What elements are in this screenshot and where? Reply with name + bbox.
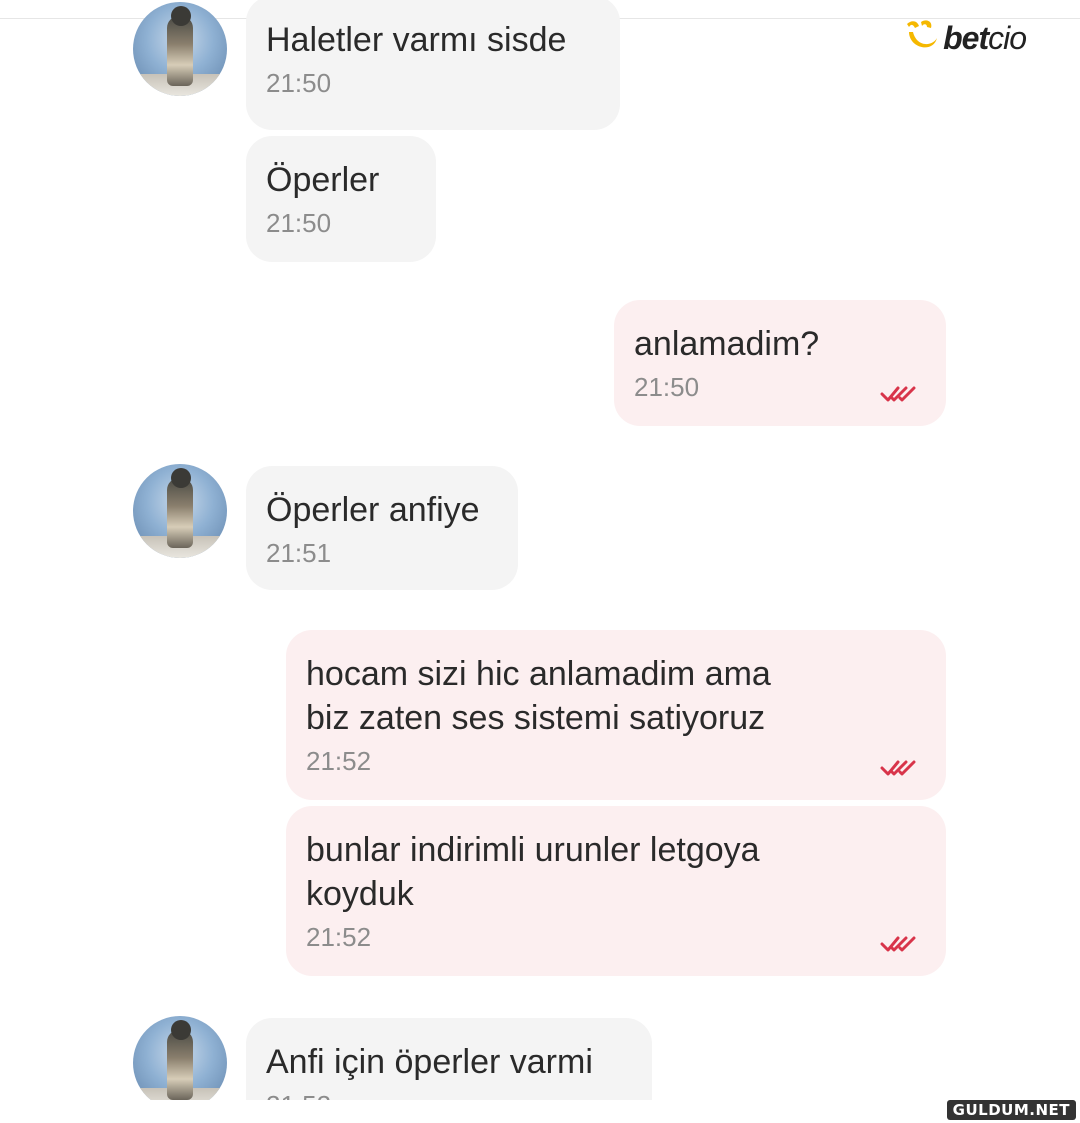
message-time: 21:52 (306, 922, 372, 952)
incoming-message-bubble[interactable]: Anfi için öperler varmi 21:52 (246, 1018, 652, 1100)
double-check-icon (880, 760, 916, 776)
message-text: Öperler (266, 161, 380, 199)
incoming-message-bubble[interactable]: Haletler varmı sisde 21:50 (246, 0, 620, 130)
contact-avatar[interactable] (133, 2, 227, 96)
outgoing-message-bubble[interactable]: hocam sizi hic anlamadim ama biz zaten s… (286, 630, 946, 800)
double-check-icon (880, 936, 916, 952)
message-time: 21:50 (266, 208, 332, 238)
message-text: Anfi için öperler varmi (266, 1043, 593, 1081)
outgoing-message-bubble[interactable]: anlamadim? 21:50 (614, 300, 946, 426)
message-time: 21:52 (306, 746, 372, 776)
watermark: GULDUM.NET (946, 1100, 1076, 1120)
message-text: anlamadim? (634, 325, 820, 363)
double-check-icon (880, 386, 916, 402)
incoming-message-bubble[interactable]: Öperler 21:50 (246, 136, 436, 262)
outgoing-message-bubble[interactable]: bunlar indirimli urunler letgoya koyduk … (286, 806, 946, 976)
contact-avatar[interactable] (133, 464, 227, 558)
message-text: hocam sizi hic anlamadim ama biz zaten s… (306, 655, 771, 737)
message-text: Haletler varmı sisde (266, 21, 567, 59)
message-time: 21:52 (266, 1090, 632, 1100)
contact-avatar[interactable] (133, 1016, 227, 1100)
incoming-message-bubble[interactable]: Öperler anfiye 21:51 (246, 466, 518, 590)
message-time: 21:51 (266, 538, 332, 568)
message-text: Öperler anfiye (266, 491, 480, 529)
chat-thread: Haletler varmı sisde 21:50 Öperler 21:50… (0, 0, 1080, 1100)
message-time: 21:50 (266, 68, 332, 98)
message-text: bunlar indirimli urunler letgoya koyduk (306, 831, 760, 913)
